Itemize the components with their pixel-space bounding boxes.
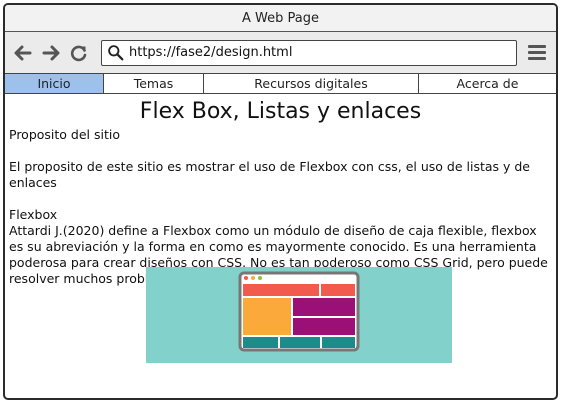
section-title-flexbox: Flexbox <box>9 207 58 222</box>
tab-inicio[interactable]: Inicio <box>5 74 104 93</box>
hamburger-menu-icon[interactable] <box>528 45 546 60</box>
flexbox-illustration <box>146 267 452 363</box>
site-nav: Inicio Temas Recursos digitales Acerca d… <box>5 74 556 94</box>
search-icon <box>108 45 124 61</box>
tab-temas[interactable]: Temas <box>104 74 204 93</box>
page-title: Flex Box, Listas y enlaces <box>139 99 422 124</box>
section-text-proposito: El proposito de este sitio es mostrar el… <box>9 159 530 190</box>
reload-icon[interactable] <box>67 41 91 65</box>
browser-toolbar: https://fase2/design.html <box>5 32 556 74</box>
tab-recursos-digitales[interactable]: Recursos digitales <box>204 74 419 93</box>
back-arrow-icon[interactable] <box>11 41 35 65</box>
section-title-proposito: Proposito del sitio <box>9 127 120 142</box>
url-text[interactable]: https://fase2/design.html <box>129 45 292 60</box>
address-bar[interactable]: https://fase2/design.html <box>101 39 517 66</box>
forward-arrow-icon[interactable] <box>39 41 63 65</box>
page-content: Flex Box, Listas y enlaces Proposito del… <box>5 99 556 363</box>
tab-acerca-de[interactable]: Acerca de <box>419 74 556 93</box>
browser-window: A Web Page https://fase2/design.html Ini… <box>3 3 558 400</box>
window-title: A Web Page <box>5 5 556 32</box>
